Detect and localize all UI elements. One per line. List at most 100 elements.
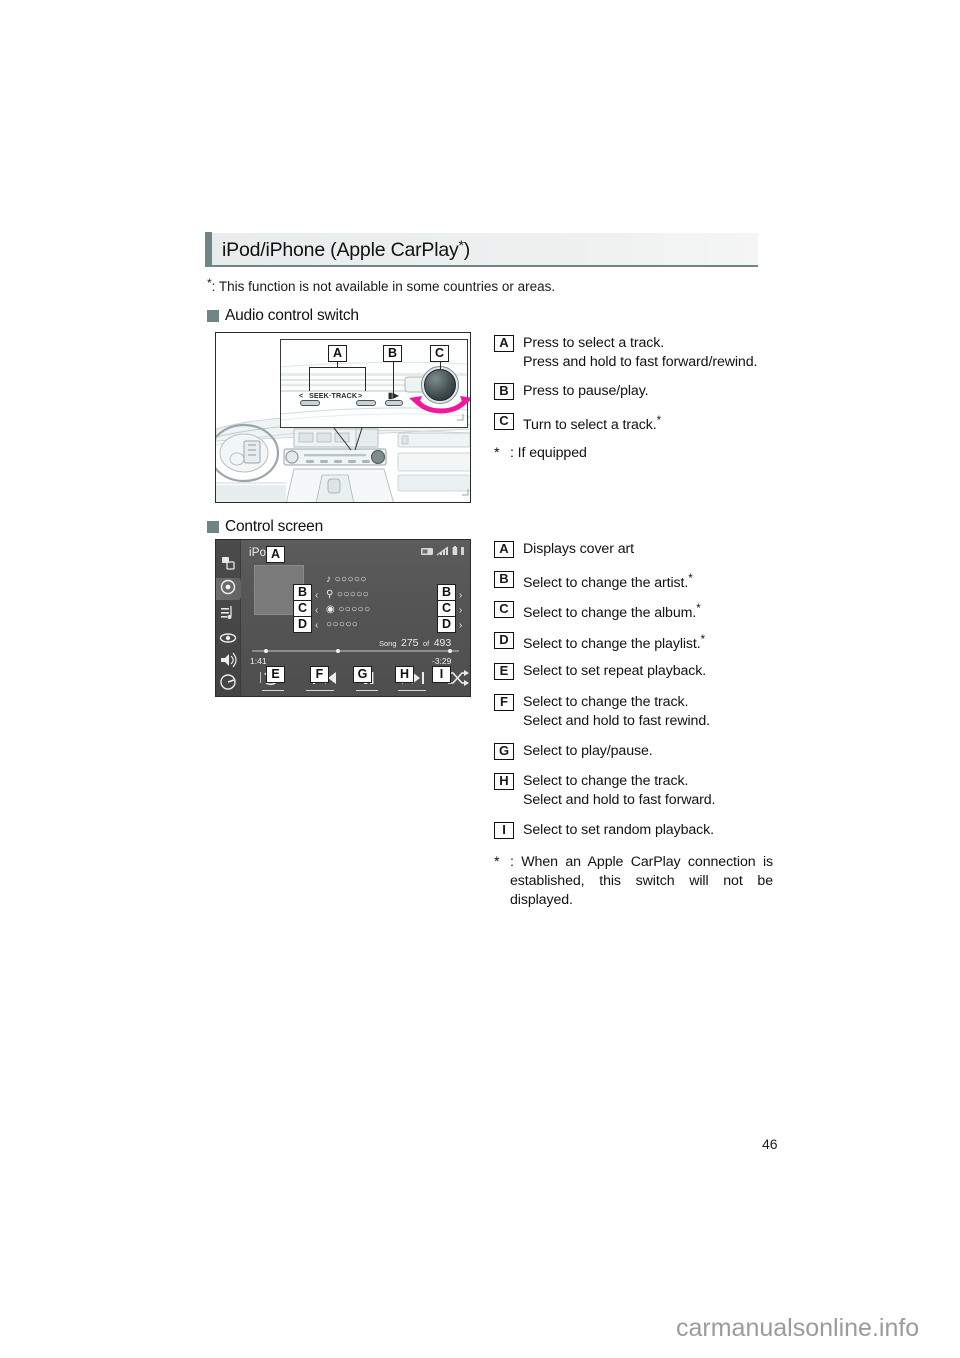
- screen-item-g-tag: G: [494, 743, 514, 760]
- playback-progress-bar[interactable]: [252, 648, 459, 653]
- song-counter: Song 275 of 493: [379, 633, 451, 651]
- screen-tag-c-right: C: [437, 600, 456, 617]
- screen-footnote: * : When an Apple CarPlay connection is …: [494, 853, 773, 910]
- screen-footnote-mark: *: [494, 854, 500, 870]
- shuffle-icon: [448, 670, 469, 686]
- battery-icon: [452, 546, 458, 555]
- subheading-audio-label: Audio control switch: [225, 307, 359, 324]
- audio-item-b-text: Press to pause/play.: [523, 383, 649, 399]
- meta-row-album: ◉ ○○○○○: [326, 604, 371, 615]
- screen-item-c: C Select to change the album.*: [494, 600, 701, 623]
- leader-a-left: [309, 367, 311, 391]
- screen-item-h: H Select to change the track. Select and…: [494, 772, 715, 810]
- screen-item-d-tag: D: [494, 632, 514, 649]
- audio-item-a-text: Press to select a track. Press and hold …: [523, 335, 758, 370]
- audio-item-b: B Press to pause/play.: [494, 382, 649, 401]
- page-title: iPod/iPhone (Apple CarPlay*): [212, 237, 470, 262]
- screen-tag-e: E: [266, 666, 285, 683]
- screen-item-c-text: Select to change the album.*: [523, 600, 701, 623]
- audio-footnote-text: : If equipped: [510, 445, 587, 461]
- display-eye-icon: [219, 633, 237, 643]
- screen-tag-f: F: [310, 666, 329, 683]
- screen-item-b-body: Select to change the artist.: [523, 575, 689, 591]
- seek-up-switch[interactable]: [356, 400, 376, 406]
- screen-item-a: A Displays cover art: [494, 540, 634, 559]
- screen-tag-a: A: [266, 546, 285, 563]
- screen-item-c-asterisk: *: [696, 603, 701, 615]
- screen-tag-h: H: [395, 666, 414, 683]
- callout-tag-a: A: [328, 345, 347, 362]
- screen-item-e-tag: E: [494, 663, 514, 680]
- manual-page: iPod/iPhone (Apple CarPlay*) *: This fun…: [0, 0, 960, 1358]
- meta-row-playlist: ○○○○○: [326, 619, 359, 630]
- screen-item-d: D Select to change the playlist.*: [494, 631, 705, 654]
- audio-item-b-tag: B: [494, 383, 514, 400]
- meta-row-song: ♪ ○○○○○: [326, 574, 367, 585]
- artist-next-arrow-icon[interactable]: ›: [459, 591, 462, 601]
- screen-item-i-tag: I: [494, 822, 514, 839]
- audio-item-c-text: Turn to select a track.*: [523, 412, 661, 435]
- playlist-prev-arrow-icon[interactable]: ‹: [315, 621, 318, 631]
- source-list-icon: [222, 557, 235, 570]
- screen-tag-c-left: C: [293, 600, 312, 617]
- screen-item-a-tag: A: [494, 541, 514, 558]
- subheading-control-label: Control screen: [225, 518, 323, 535]
- song-counter-current: 275: [400, 637, 419, 649]
- screen-item-b-tag: B: [494, 571, 514, 588]
- seek-down-switch[interactable]: [300, 400, 320, 406]
- page-title-close: ): [463, 238, 471, 261]
- screen-item-d-asterisk: *: [700, 634, 706, 646]
- screen-item-i: I Select to set random playback.: [494, 821, 714, 840]
- screen-item-g: G Select to play/pause.: [494, 742, 653, 761]
- subheading-bullet-icon-2: [207, 521, 219, 533]
- artist-prev-arrow-icon[interactable]: ‹: [315, 591, 318, 601]
- screen-item-b-asterisk: *: [688, 573, 693, 585]
- screen-item-h-text: Select to change the track. Select and h…: [523, 773, 716, 808]
- screen-item-b: B Select to change the artist.*: [494, 570, 693, 593]
- meta-row-artist: ⚲ ○○○○○: [326, 589, 370, 600]
- next-underline: [398, 690, 426, 692]
- screen-footnote-text: : When an Apple CarPlay connection is es…: [510, 854, 773, 908]
- rail-icon-group: [219, 557, 237, 690]
- section-footnote: *: This function is not available in som…: [207, 276, 555, 294]
- screen-item-d-body: Select to change the playlist.: [523, 636, 701, 652]
- ipod-control-screen-illustration: iPod ♪ ○○○○○ ‹ ⚲ ○○○○○ › ‹ ◉ ○○○○○ › ‹ ○…: [215, 539, 471, 697]
- repeat-underline: [262, 690, 284, 692]
- callout-tag-c: C: [430, 345, 449, 362]
- screen-item-f: F Select to change the track. Select and…: [494, 693, 710, 731]
- playlist-next-arrow-icon[interactable]: ›: [459, 621, 462, 631]
- bar-icon: [461, 547, 464, 555]
- screen-item-b-text: Select to change the artist.*: [523, 570, 693, 593]
- elapsed-time: 1:41: [250, 656, 267, 666]
- seek-left-chevron-icon: <: [299, 391, 304, 400]
- callout-tag-b: B: [383, 345, 402, 362]
- track-list-icon: [221, 606, 232, 619]
- song-counter-of: of: [422, 639, 430, 648]
- subheading-bullet-icon: [207, 310, 219, 322]
- screen-tag-b-left: B: [293, 584, 312, 601]
- seek-track-label: SEEK·TRACK: [309, 391, 358, 400]
- audio-item-a: A Press to select a track. Press and hol…: [494, 334, 757, 372]
- screen-tag-d-left: D: [293, 616, 312, 633]
- album-prev-arrow-icon[interactable]: ‹: [315, 606, 318, 616]
- screen-item-c-tag: C: [494, 601, 514, 618]
- screen-item-g-text: Select to play/pause.: [523, 743, 653, 759]
- album-next-arrow-icon[interactable]: ›: [459, 606, 462, 616]
- phone-icon: [421, 547, 433, 555]
- screen-item-h-tag: H: [494, 773, 514, 790]
- pause-underline: [356, 690, 378, 692]
- section-header: iPod/iPhone (Apple CarPlay*): [205, 232, 758, 267]
- screen-tag-i: I: [432, 666, 451, 683]
- audio-item-c: C Turn to select a track.*: [494, 412, 661, 435]
- pause-play-switch[interactable]: [385, 400, 403, 406]
- leader-a-right: [365, 367, 367, 391]
- subheading-audio-control-switch: Audio control switch: [207, 307, 359, 325]
- volume-icon: [221, 652, 237, 668]
- audio-footnote: * : If equipped: [494, 444, 587, 466]
- screen-item-d-text: Select to change the playlist.*: [523, 631, 705, 654]
- power-icon: [220, 674, 236, 690]
- now-playing-icon: [220, 579, 236, 595]
- song-counter-total: 493: [433, 637, 452, 649]
- remaining-time: -3:29: [432, 656, 452, 666]
- progress-position-dot[interactable]: [336, 648, 340, 653]
